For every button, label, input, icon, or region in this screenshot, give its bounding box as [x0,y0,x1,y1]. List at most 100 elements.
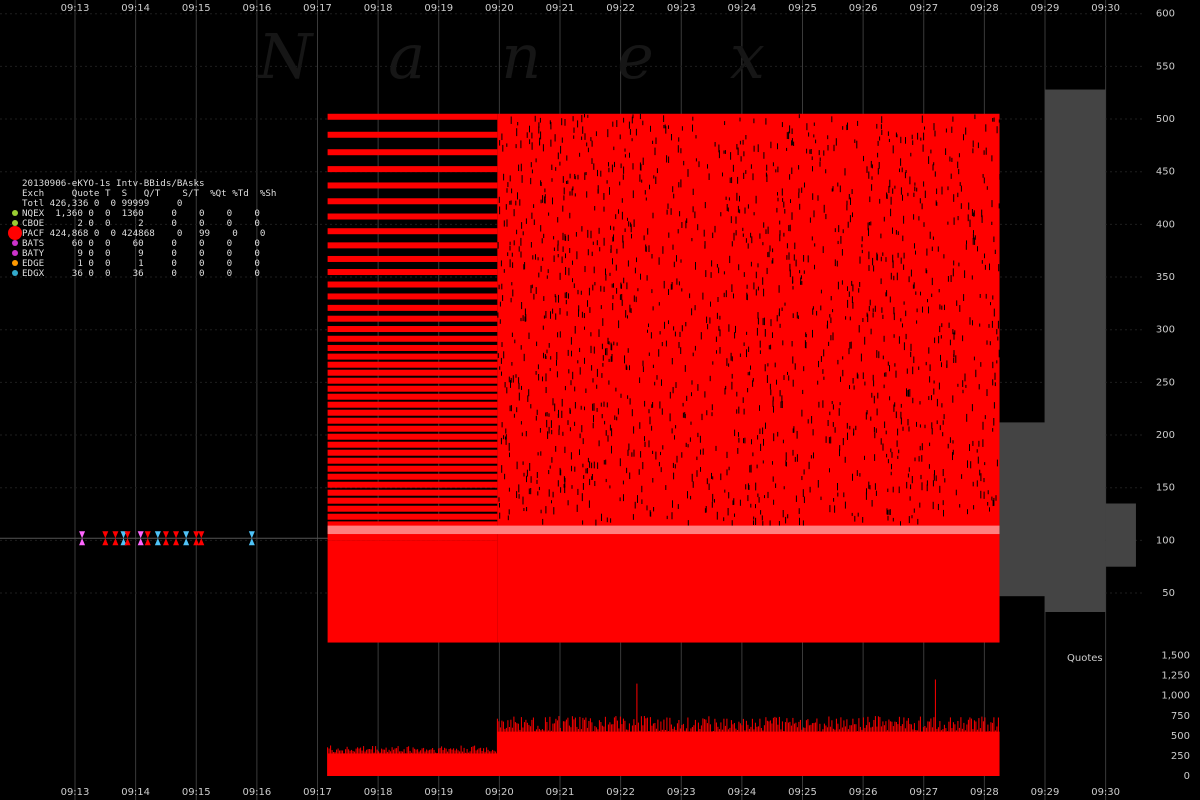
pacf-stripe [327,441,498,448]
pacf-gap [582,520,584,525]
pacf-gap [789,174,791,180]
pacf-gap [681,222,683,228]
pacf-gap [890,208,892,217]
pacf-gap [543,315,545,319]
pacf-gap [731,381,733,390]
price-y-tick-label: 450 [1156,167,1175,178]
pacf-gap [652,478,654,483]
pacf-gap [640,451,642,458]
pacf-gap [766,375,768,383]
pacf-gap [716,312,718,319]
pacf-gap [512,289,514,297]
pacf-gap [993,117,995,122]
pacf-gap [505,428,507,434]
pacf-gap [542,195,544,203]
pacf-gap [962,389,964,394]
pacf-gap [581,136,583,140]
pacf-gap [550,122,552,130]
pacf-gap [738,264,740,271]
pacf-gap [531,142,533,150]
pacf-gap [818,360,819,368]
pacf-gap [509,405,511,412]
pacf-gap [762,242,764,246]
pacf-gap [508,442,510,451]
pacf-gap [682,412,684,418]
pacf-gap [584,172,586,180]
pacf-gap [551,429,553,435]
pacf-gap [921,203,923,210]
pacf-gap [882,443,884,451]
pacf-gap [749,465,751,473]
pacf-gap [572,116,574,122]
pacf-gap [702,448,704,455]
pacf-gap [556,352,558,360]
pacf-gap [917,518,919,525]
pacf-gap [548,489,550,497]
pacf-gap [996,126,998,134]
pacf-gap [556,371,558,378]
pacf-gap [503,220,505,227]
pacf-gap [619,134,621,140]
exchange-marker [12,260,18,266]
pacf-gap [690,495,692,500]
pacf-gap [625,310,627,318]
pacf-gap [830,296,832,301]
pacf-gap [796,430,798,439]
pacf-gap [856,470,858,476]
pacf-gap [832,404,834,410]
pacf-gap [695,135,697,139]
pacf-gap [663,125,665,129]
pacf-gap [529,463,531,471]
pacf-gap [813,452,814,459]
pacf-gap [594,481,596,487]
pacf-gap [590,230,592,239]
pacf-gap [537,452,539,456]
pacf-gap [976,449,978,453]
pacf-gap [695,262,696,270]
pacf-gap [740,156,742,162]
pacf-gap [873,395,875,404]
pacf-gap [812,329,813,338]
pacf-gap [900,158,902,166]
pacf-gap [940,354,941,362]
pacf-gap [616,248,618,254]
pacf-gap [847,286,848,292]
pacf-gap [752,173,754,181]
pacf-gap [870,328,872,335]
pacf-gap [729,177,731,184]
pacf-gap [960,203,962,209]
pacf-gap [972,140,974,148]
volume-y-tick-label: 750 [1171,711,1190,722]
pacf-gap [612,258,613,265]
pacf-gap [844,501,846,509]
pacf-gap [603,237,605,246]
pacf-gap [746,349,747,358]
pacf-gap [749,371,751,376]
pacf-gap [551,457,553,463]
pacf-gap [890,272,892,280]
pacf-gap [873,427,875,433]
pacf-gap [723,292,725,298]
pacf-gap [557,152,559,160]
pacf-gap [798,165,800,170]
pacf-gap [714,142,716,147]
pacf-gap [610,518,612,523]
pacf-gap [649,184,650,190]
pacf-gap [885,430,887,435]
x-tick-label-top: 09:27 [909,3,938,14]
pacf-gap [987,502,989,506]
pacf-gap [585,172,587,176]
pacf-gap [767,491,769,499]
pacf-gap [997,336,999,341]
pacf-gap [675,425,677,429]
pacf-gap [786,132,788,139]
pacf-gap [535,254,536,260]
pacf-gap [497,312,499,318]
pacf-stripe [327,228,498,235]
pacf-gap [938,289,940,293]
pacf-gap [651,425,653,431]
pacf-gap [694,345,696,351]
pacf-stripe [327,335,498,342]
pacf-gap [799,517,800,526]
pacf-gap [907,192,909,197]
